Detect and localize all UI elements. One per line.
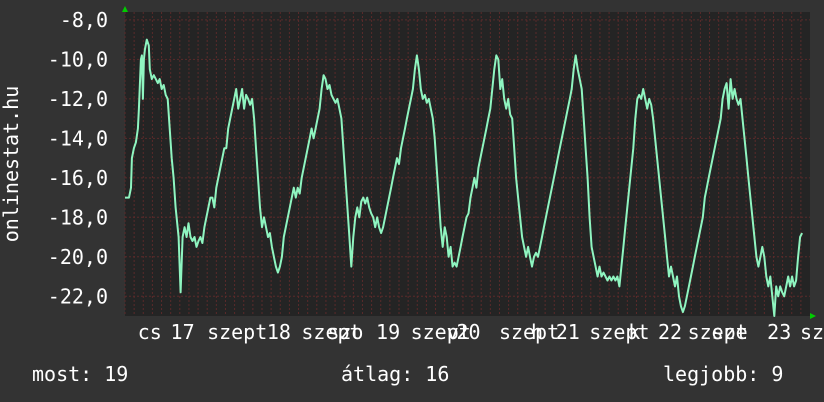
x-tick-label: szo (327, 320, 363, 344)
x-tick-label: sze (712, 320, 748, 344)
y-axis-label: onlinestat.hu (0, 86, 23, 243)
x-tick-label: 22 (658, 320, 682, 344)
plot-area (125, 12, 810, 316)
y-tick-label: -14,0 (48, 126, 108, 150)
chart: -8,0-10,0-12,0-14,0-16,0-18,0-20,0-22,0 … (0, 6, 824, 344)
best-stat: legjobb: 9 (663, 362, 784, 386)
x-tick-label: k (628, 320, 640, 344)
x-tick-label: 20 (456, 320, 480, 344)
x-axis: cs 17 szept 18 szeptszo 19 szeptv20 szepth 21 sze… (138, 320, 824, 344)
y-axis: -8,0 -10,0 -12,0 -14,0 -16,0 -18,0 -20,0 -22,0 (48, 8, 108, 308)
y-tick-label: -18,0 (48, 205, 108, 229)
y-tick-label: -16,0 (48, 166, 108, 190)
y-tick-label: -20,0 (48, 245, 108, 269)
average-stat: átlag: 16 (341, 362, 450, 386)
x-tick-label: szept (207, 320, 267, 344)
x-tick-label: sz (800, 320, 824, 344)
current-stat: most: 19 (32, 362, 129, 386)
y-tick-label: -12,0 (48, 87, 108, 111)
x-tick-label: 19 (376, 320, 400, 344)
x-tick-label: 23 (767, 320, 791, 344)
y-axis-arrow-icon (122, 6, 128, 12)
y-tick-label: -10,0 (48, 47, 108, 71)
x-tick-label: szept (499, 320, 559, 344)
x-tick-label: 17 (171, 320, 195, 344)
x-tick-label: 18 (267, 320, 291, 344)
x-tick-label: 21 (556, 320, 580, 344)
y-tick-label: -8,0 (60, 8, 108, 32)
x-tick-label: cs (138, 320, 162, 344)
x-tick-label: h (531, 320, 543, 344)
x-axis-arrow-icon (810, 313, 816, 319)
y-tick-label: -22,0 (48, 284, 108, 308)
x-tick-label: szept (589, 320, 649, 344)
